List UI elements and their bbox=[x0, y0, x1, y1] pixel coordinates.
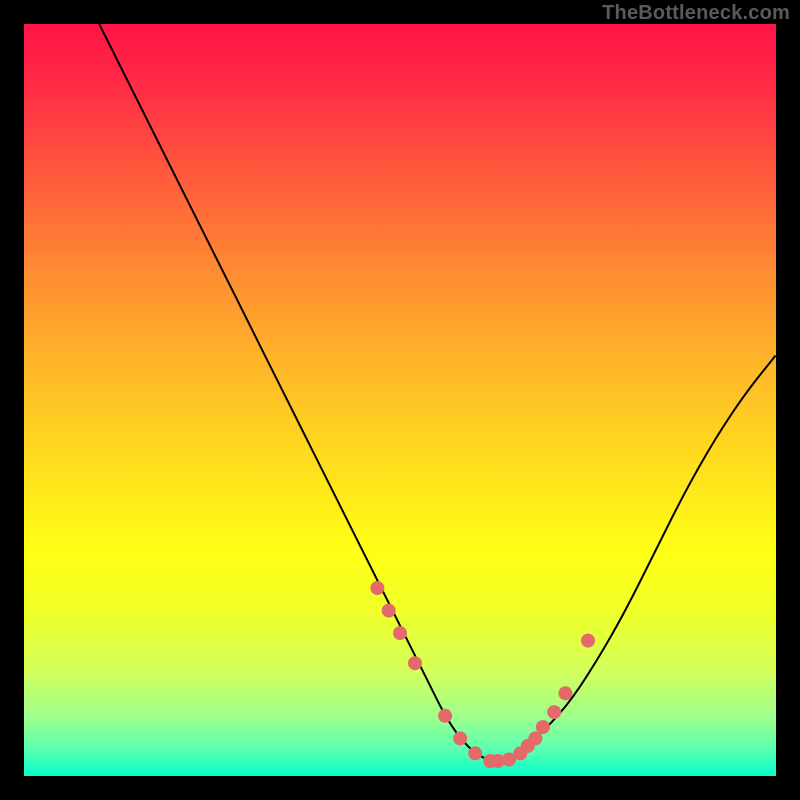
bottleneck-curve bbox=[99, 24, 776, 761]
data-point-marker bbox=[558, 686, 572, 700]
data-point-marker bbox=[536, 720, 550, 734]
marker-group bbox=[370, 581, 595, 768]
bottleneck-plot bbox=[24, 24, 776, 776]
data-point-marker bbox=[468, 746, 482, 760]
data-point-marker bbox=[408, 656, 422, 670]
data-point-marker bbox=[438, 709, 452, 723]
data-point-marker bbox=[382, 604, 396, 618]
data-point-marker bbox=[370, 581, 384, 595]
chart-gradient-frame bbox=[24, 24, 776, 776]
data-point-marker bbox=[581, 634, 595, 648]
data-point-marker bbox=[393, 626, 407, 640]
watermark-text: TheBottleneck.com bbox=[602, 2, 790, 25]
data-point-marker bbox=[547, 705, 561, 719]
data-point-marker bbox=[453, 731, 467, 745]
